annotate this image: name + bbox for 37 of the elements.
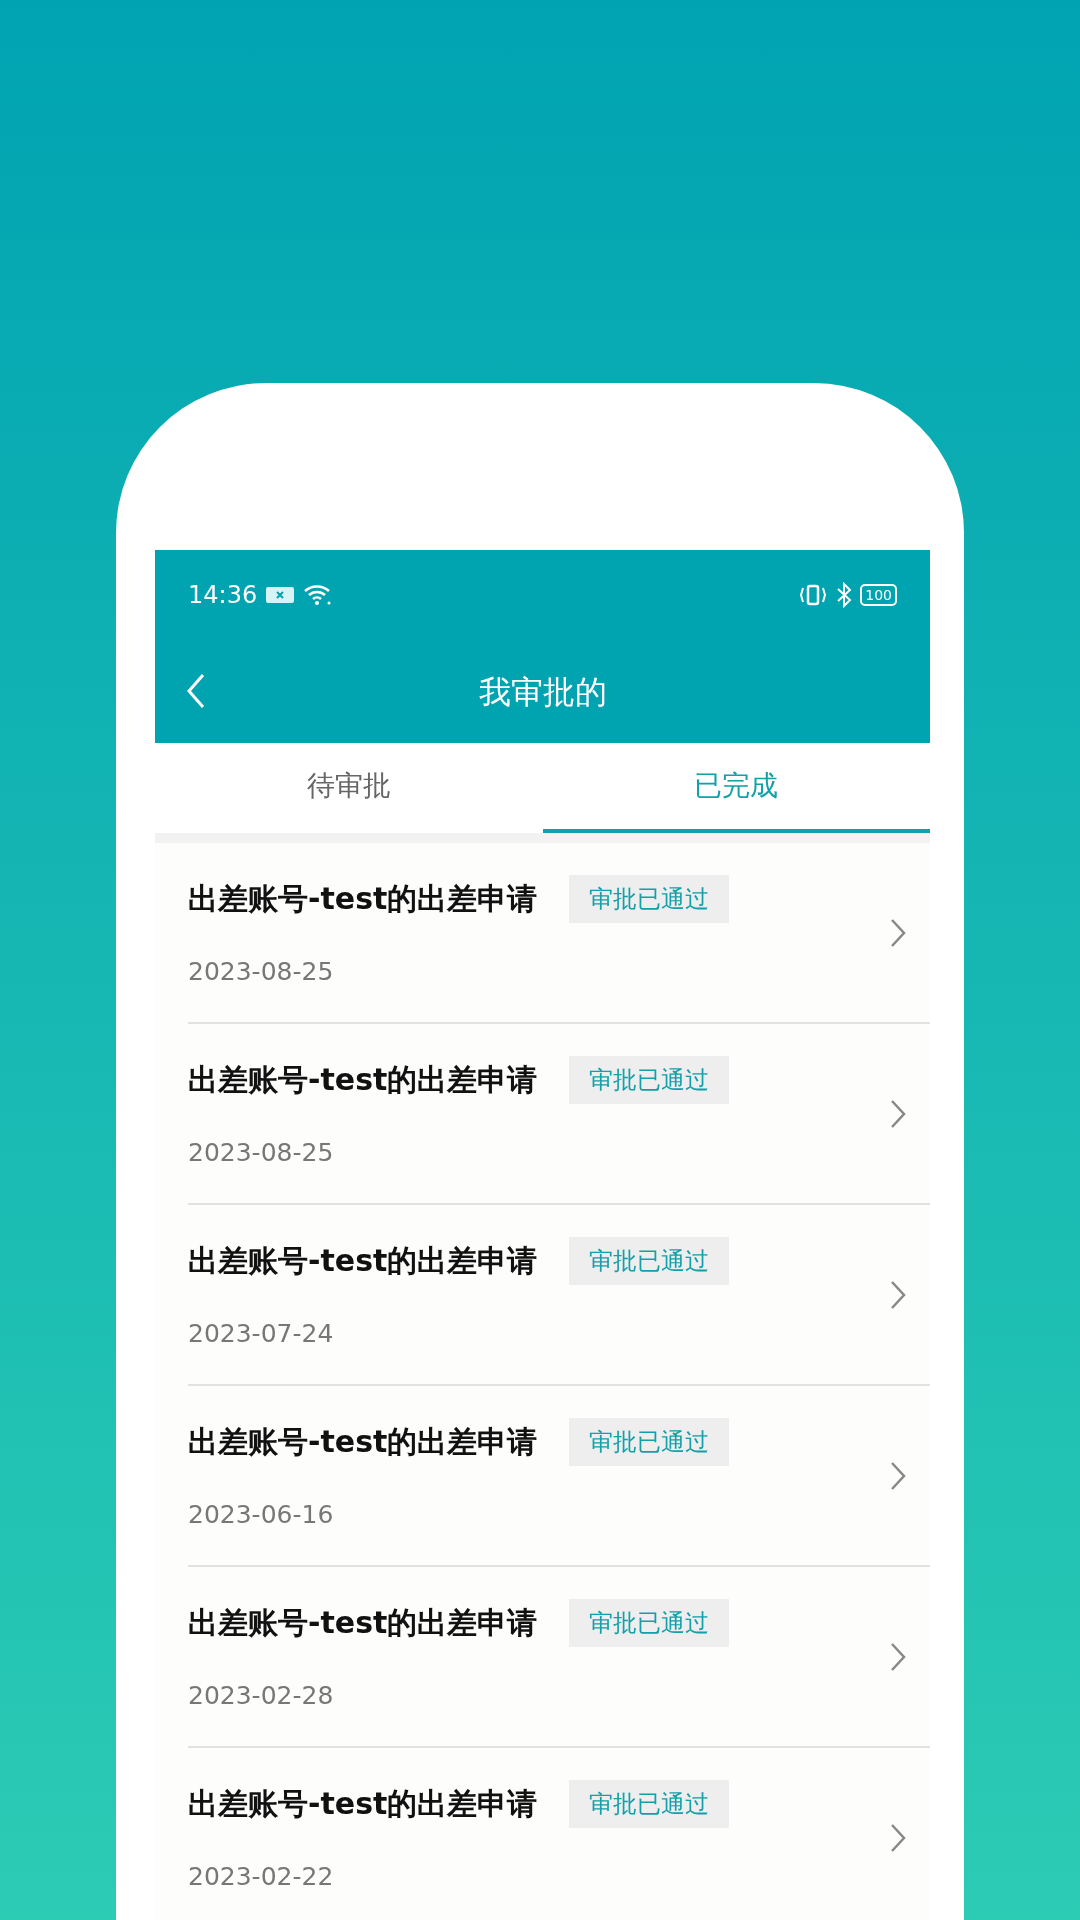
request-date: 2023-02-22 bbox=[188, 1860, 335, 1893]
page-title: 我审批的 bbox=[478, 671, 607, 713]
chevron-right-icon bbox=[890, 1641, 906, 1672]
request-date: 2023-06-16 bbox=[188, 1498, 335, 1531]
status-tag: 审批已通过 bbox=[569, 1779, 730, 1828]
list-row[interactable]: 出差账号-test的出差申请 审批已通过 2023-02-22 bbox=[188, 1748, 930, 1920]
request-title: 出差账号-test的出差申请 bbox=[188, 1604, 538, 1643]
status-tag: 审批已通过 bbox=[569, 1055, 730, 1104]
request-title: 出差账号-test的出差申请 bbox=[188, 1061, 538, 1100]
request-date: 2023-02-28 bbox=[188, 1679, 335, 1712]
status-tag: 审批已通过 bbox=[569, 1236, 730, 1285]
chevron-right-icon bbox=[890, 1098, 906, 1129]
request-title: 出差账号-test的出差申请 bbox=[188, 880, 538, 919]
chevron-right-icon bbox=[890, 1460, 906, 1491]
battery-indicator: 100 bbox=[860, 584, 897, 606]
request-title: 出差账号-test的出差申请 bbox=[188, 1242, 538, 1281]
vibrate-icon bbox=[798, 583, 829, 607]
list-row[interactable]: 出差账号-test的出差申请 审批已通过 2023-06-16 bbox=[188, 1386, 930, 1567]
request-date: 2023-08-25 bbox=[188, 955, 335, 988]
request-date: 2023-08-25 bbox=[188, 1136, 335, 1169]
chevron-right-icon bbox=[890, 1279, 906, 1310]
list-row[interactable]: 出差账号-test的出差申请 审批已通过 2023-08-25 bbox=[188, 1024, 930, 1205]
list-row[interactable]: 出差账号-test的出差申请 审批已通过 2023-02-28 bbox=[188, 1567, 930, 1748]
list-row[interactable]: 出差账号-test的出差申请 审批已通过 2023-08-25 bbox=[188, 843, 930, 1024]
clock: 14:36 bbox=[188, 580, 258, 611]
list-row[interactable]: 出差账号-test的出差申请 审批已通过 2023-07-24 bbox=[188, 1205, 930, 1386]
bluetooth-icon bbox=[836, 582, 853, 608]
status-tag: 审批已通过 bbox=[569, 1417, 730, 1466]
back-button[interactable] bbox=[185, 672, 207, 710]
chevron-right-icon bbox=[890, 917, 906, 948]
chevron-right-icon bbox=[890, 1822, 906, 1853]
request-title: 出差账号-test的出差申请 bbox=[188, 1785, 538, 1824]
sim-card-icon bbox=[265, 585, 296, 605]
request-title: 出差账号-test的出差申请 bbox=[188, 1423, 538, 1462]
status-tag: 审批已通过 bbox=[569, 874, 730, 923]
request-date: 2023-07-24 bbox=[188, 1317, 335, 1350]
status-tag: 审批已通过 bbox=[569, 1598, 730, 1647]
